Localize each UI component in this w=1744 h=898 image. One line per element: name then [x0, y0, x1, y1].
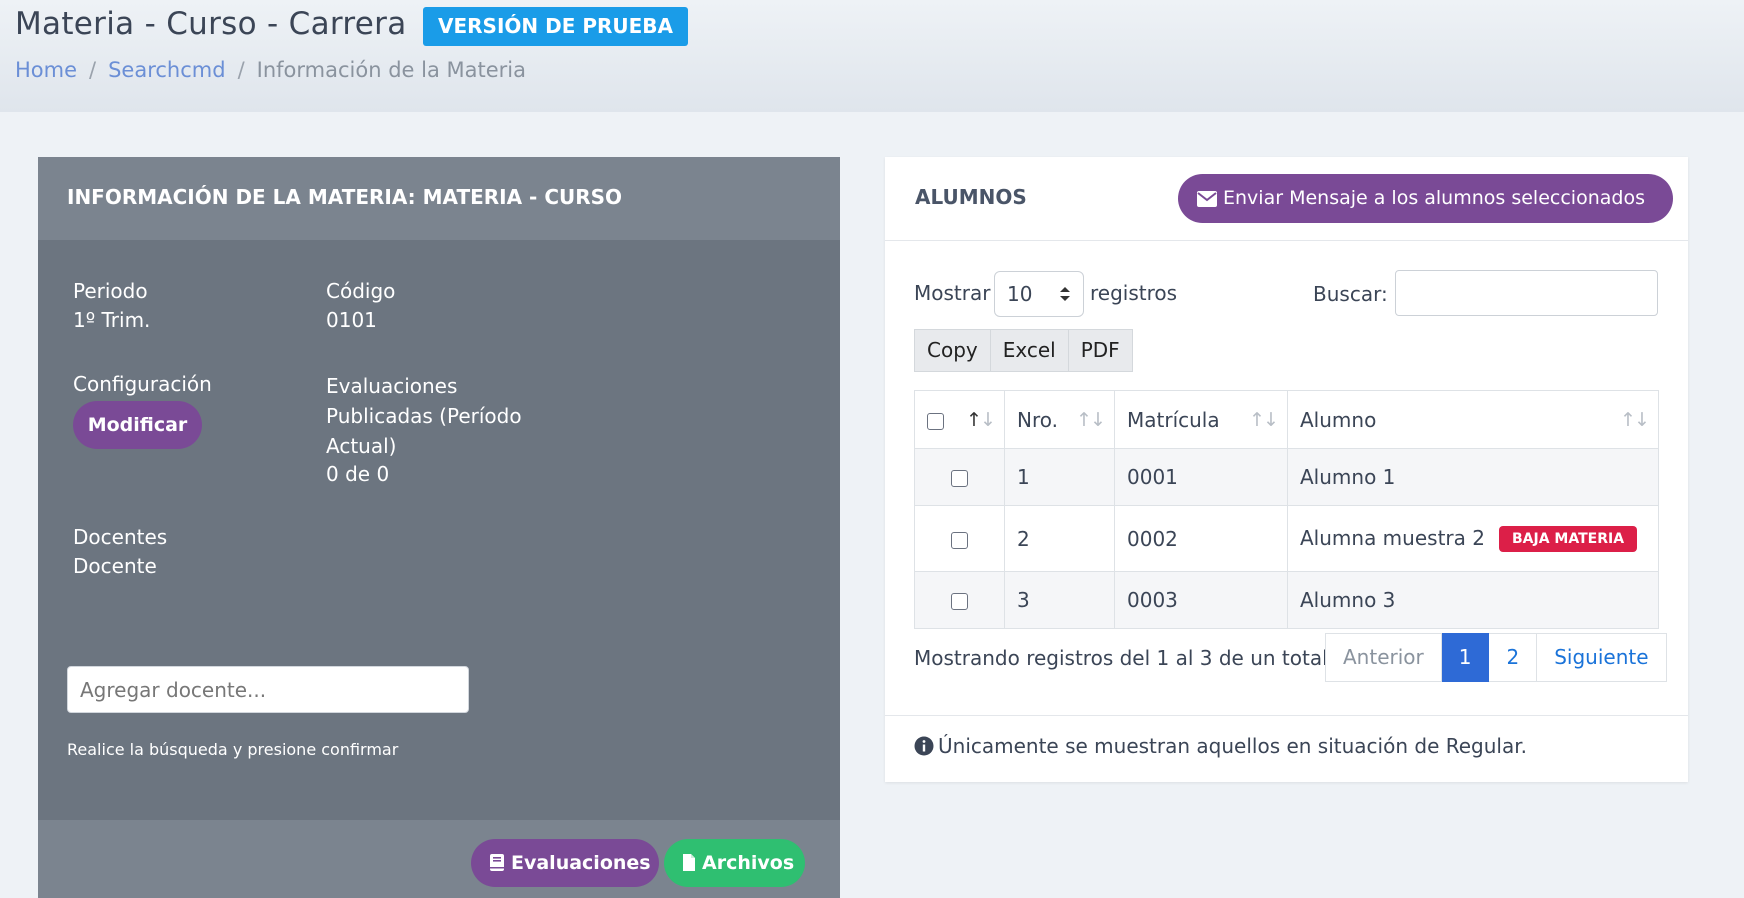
- evaluaciones-publicadas-label: Evaluaciones Publicadas (Período Actual): [326, 374, 522, 458]
- send-message-label: Enviar Mensaje a los alumnos seleccionad…: [1223, 187, 1645, 209]
- periodo-label: Periodo: [73, 279, 148, 303]
- pagination-page-1[interactable]: 1: [1441, 633, 1490, 682]
- students-title: ALUMNOS: [915, 185, 1027, 209]
- subject-info-title: INFORMACIÓN DE LA MATERIA: MATERIA - CUR…: [67, 185, 623, 209]
- alumno-cell: Alumna muestra 2 BAJA MATERIA: [1287, 505, 1659, 572]
- trial-version-badge: VERSIÓN DE PRUEBA: [423, 7, 688, 46]
- table-row: 3 0003 Alumno 3: [914, 571, 1659, 629]
- sort-icon[interactable]: ↑↓: [1249, 409, 1279, 431]
- column-label: Nro.: [1017, 407, 1058, 432]
- envelope-icon: [1197, 191, 1217, 207]
- book-icon: [490, 854, 504, 871]
- periodo-value: 1º Trim.: [73, 308, 151, 332]
- search-label: Buscar:: [1313, 282, 1388, 306]
- alumno-cell: Alumno 3: [1287, 571, 1659, 629]
- evaluaciones-publicadas-value: 0 de 0: [326, 462, 390, 486]
- file-icon: [683, 854, 695, 871]
- codigo-label: Código: [326, 279, 396, 303]
- subject-info-header: INFORMACIÓN DE LA MATERIA: MATERIA - CUR…: [38, 157, 840, 240]
- archivos-button[interactable]: Archivos: [664, 839, 805, 887]
- nro-cell: 2: [1004, 505, 1115, 572]
- pagination-page-2[interactable]: 2: [1489, 633, 1538, 682]
- modificar-button[interactable]: Modificar: [73, 401, 202, 449]
- select-all-checkbox[interactable]: [927, 412, 944, 430]
- select-all-header[interactable]: ↑↓: [914, 390, 1005, 449]
- archivos-button-label: Archivos: [702, 852, 795, 874]
- sort-icon[interactable]: ↑↓: [1076, 409, 1106, 431]
- card-footer-divider: [885, 715, 1688, 716]
- regular-students-note-text: Únicamente se muestran aquellos en situa…: [938, 734, 1527, 758]
- evaluaciones-button-label: Evaluaciones: [511, 852, 651, 874]
- nro-cell: 1: [1004, 448, 1115, 506]
- column-label: Alumno: [1300, 407, 1377, 432]
- pdf-button[interactable]: PDF: [1068, 329, 1133, 372]
- column-header-matricula[interactable]: Matrícula ↑↓: [1114, 390, 1288, 449]
- breadcrumb-current: Información de la Materia: [256, 58, 526, 82]
- docentes-value: Docente: [73, 554, 157, 578]
- table-row: 1 0001 Alumno 1: [914, 448, 1659, 506]
- page-title: Materia - Curso - Carrera: [15, 6, 407, 42]
- add-docente-input[interactable]: [67, 666, 469, 713]
- configuracion-label: Configuración: [73, 372, 212, 396]
- column-header-nro[interactable]: Nro. ↑↓: [1004, 390, 1115, 449]
- pagination-previous[interactable]: Anterior: [1325, 633, 1442, 682]
- send-message-button[interactable]: Enviar Mensaje a los alumnos seleccionad…: [1178, 174, 1673, 223]
- row-select-cell: [914, 571, 1005, 629]
- alumno-name: Alumna muestra 2: [1300, 525, 1485, 550]
- copy-button[interactable]: Copy: [914, 329, 991, 372]
- column-label: Matrícula: [1127, 407, 1220, 432]
- codigo-value: 0101: [326, 308, 377, 332]
- table-info-text: Mostrando registros del 1 al 3 de un tot…: [914, 646, 1328, 670]
- show-label: Mostrar: [914, 281, 991, 305]
- select-arrows-icon: [1060, 287, 1070, 301]
- breadcrumb-home-link[interactable]: Home: [15, 58, 77, 82]
- sort-icon[interactable]: ↑↓: [966, 409, 996, 431]
- search-input[interactable]: [1395, 270, 1658, 316]
- subject-info-card: INFORMACIÓN DE LA MATERIA: MATERIA - CUR…: [38, 157, 840, 898]
- row-checkbox[interactable]: [951, 593, 968, 610]
- students-card: ALUMNOS Enviar Mensaje a los alumnos sel…: [885, 157, 1688, 782]
- alumno-name: Alumno 3: [1300, 588, 1396, 612]
- regular-students-note: Únicamente se muestran aquellos en situa…: [914, 734, 1527, 758]
- column-header-alumno[interactable]: Alumno ↑↓: [1287, 390, 1659, 449]
- docentes-label: Docentes: [73, 525, 168, 549]
- row-checkbox[interactable]: [951, 531, 968, 549]
- sort-icon[interactable]: ↑↓: [1620, 409, 1650, 431]
- table-row: 2 0002 Alumna muestra 2 BAJA MATERIA: [914, 505, 1659, 572]
- breadcrumb-separator: /: [89, 58, 97, 82]
- excel-button[interactable]: Excel: [990, 329, 1069, 372]
- matricula-cell: 0002: [1114, 505, 1288, 572]
- alumno-name: Alumno 1: [1300, 465, 1396, 489]
- evaluaciones-button[interactable]: Evaluaciones: [471, 839, 659, 887]
- info-icon: [914, 736, 934, 756]
- row-select-cell: [914, 505, 1005, 572]
- pagination: Anterior 1 2 Siguiente: [1325, 633, 1667, 682]
- records-label: registros: [1090, 281, 1178, 305]
- page-length-select[interactable]: 10: [994, 271, 1084, 317]
- card-header-divider: [885, 240, 1688, 241]
- nro-cell: 3: [1004, 571, 1115, 629]
- alumno-cell: Alumno 1: [1287, 448, 1659, 506]
- pagination-next[interactable]: Siguiente: [1537, 633, 1667, 682]
- row-select-cell: [914, 448, 1005, 506]
- export-buttons: Copy Excel PDF: [914, 329, 1133, 372]
- matricula-cell: 0001: [1114, 448, 1288, 506]
- matricula-cell: 0003: [1114, 571, 1288, 629]
- students-table: ↑↓ Nro. ↑↓ Matrícula ↑↓ Alumno ↑↓ 1 0001…: [914, 390, 1659, 629]
- add-docente-help-text: Realice la búsqueda y presione confirmar: [67, 740, 399, 759]
- page-length-value: 10: [1007, 282, 1033, 306]
- breadcrumb-searchcmd-link[interactable]: Searchcmd: [108, 58, 225, 82]
- breadcrumb: Home / Searchcmd / Información de la Materia: [15, 58, 526, 82]
- breadcrumb-separator: /: [237, 58, 245, 82]
- page-header: Materia - Curso - Carrera VERSIÓN DE PRU…: [0, 0, 1744, 112]
- row-checkbox[interactable]: [951, 470, 968, 487]
- baja-materia-badge: BAJA MATERIA: [1498, 525, 1638, 552]
